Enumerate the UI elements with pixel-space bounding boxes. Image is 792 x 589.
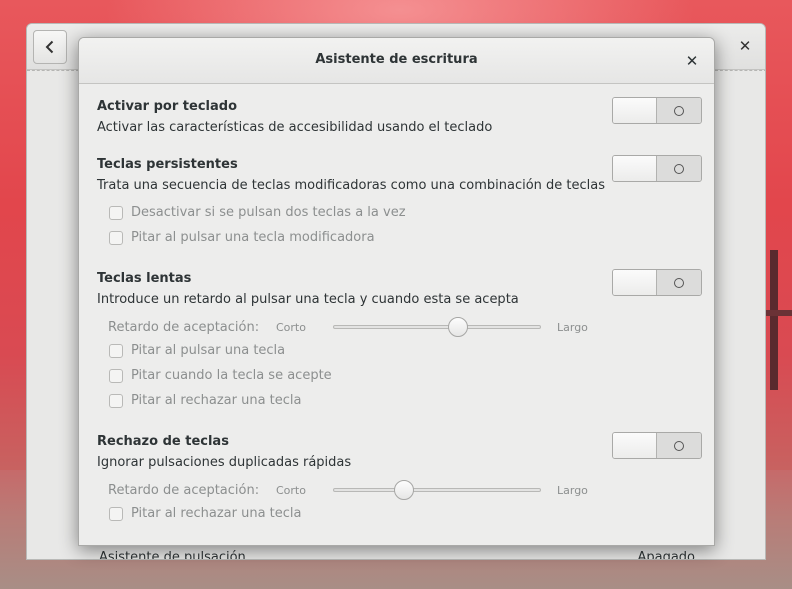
section-title-enable-by-keyboard: Activar por teclado — [97, 99, 237, 114]
checkbox-label: Desactivar si se pulsan dos teclas a la … — [131, 205, 406, 220]
wallpaper-bridge-tower — [770, 250, 778, 390]
bounce-keys-delay-slider[interactable] — [333, 488, 541, 492]
close-icon: ✕ — [685, 52, 699, 70]
bounce-keys-slider-handle[interactable] — [393, 480, 414, 500]
checkbox-box[interactable] — [109, 231, 123, 245]
checkbox-label: Pitar al rechazar una tecla — [131, 393, 302, 408]
switch-off-area — [657, 270, 701, 295]
checkbox-box[interactable] — [109, 507, 123, 521]
slow-keys-min-label: Corto — [276, 321, 306, 334]
typing-assist-dialog: Asistente de escritura ✕ Activar por tec… — [78, 37, 715, 546]
section-desc-sticky-keys: Trata una secuencia de teclas modificado… — [97, 178, 606, 193]
section-title-sticky-keys: Teclas persistentes — [97, 157, 238, 172]
checkbox-box[interactable] — [109, 394, 123, 408]
checkbox-box[interactable] — [109, 206, 123, 220]
switch-knob — [613, 270, 657, 295]
ring-icon — [674, 441, 684, 451]
ring-icon — [674, 106, 684, 116]
wallpaper-bridge-deck — [764, 310, 792, 316]
switch-bounce-keys[interactable] — [612, 432, 702, 459]
slow-keys-delay-slider[interactable] — [333, 325, 541, 329]
dialog-header: Asistente de escritura ✕ — [79, 38, 714, 84]
dialog-title: Asistente de escritura — [315, 52, 478, 67]
ring-icon — [674, 278, 684, 288]
settings-row-click-assist[interactable]: Asistente de pulsación Apagado — [99, 544, 695, 560]
switch-knob — [613, 156, 657, 181]
checkbox-label: Pitar cuando la tecla se acepte — [131, 368, 332, 383]
row-value: Apagado — [637, 550, 695, 560]
ring-icon — [674, 164, 684, 174]
slow-keys-max-label: Largo — [557, 321, 588, 334]
section-title-slow-keys: Teclas lentas — [97, 271, 192, 286]
switch-knob — [613, 433, 657, 458]
switch-slow-keys[interactable] — [612, 269, 702, 296]
switch-enable-by-keyboard[interactable] — [612, 97, 702, 124]
switch-knob — [613, 98, 657, 123]
section-desc-bounce-keys: Ignorar pulsaciones duplicadas rápidas — [97, 455, 352, 470]
bounce-keys-min-label: Corto — [276, 484, 306, 497]
window-close-button[interactable]: ✕ — [735, 36, 755, 56]
checkbox-label: Pitar al pulsar una tecla — [131, 343, 286, 358]
switch-off-area — [657, 98, 701, 123]
row-label: Asistente de pulsación — [99, 550, 246, 560]
section-desc-enable-by-keyboard: Activar las características de accesibil… — [97, 120, 493, 135]
checkbox-box[interactable] — [109, 344, 123, 358]
back-button[interactable] — [33, 30, 67, 64]
section-desc-slow-keys: Introduce un retardo al pulsar una tecla… — [97, 292, 519, 307]
checkbox-label: Pitar al rechazar una tecla — [131, 506, 302, 521]
divider — [27, 70, 79, 71]
slow-keys-slider-handle[interactable] — [447, 317, 468, 337]
close-icon: ✕ — [738, 37, 752, 55]
section-title-bounce-keys: Rechazo de teclas — [97, 434, 229, 449]
switch-off-area — [657, 433, 701, 458]
chevron-left-icon — [45, 40, 54, 54]
checkbox-label: Pitar al pulsar una tecla modificadora — [131, 230, 375, 245]
dialog-close-button[interactable]: ✕ — [682, 51, 702, 71]
switch-off-area — [657, 156, 701, 181]
bounce-keys-max-label: Largo — [557, 484, 588, 497]
bounce-keys-delay-label: Retardo de aceptación: — [108, 483, 260, 498]
slow-keys-delay-label: Retardo de aceptación: — [108, 320, 260, 335]
divider — [715, 70, 765, 71]
checkbox-box[interactable] — [109, 369, 123, 383]
switch-sticky-keys[interactable] — [612, 155, 702, 182]
